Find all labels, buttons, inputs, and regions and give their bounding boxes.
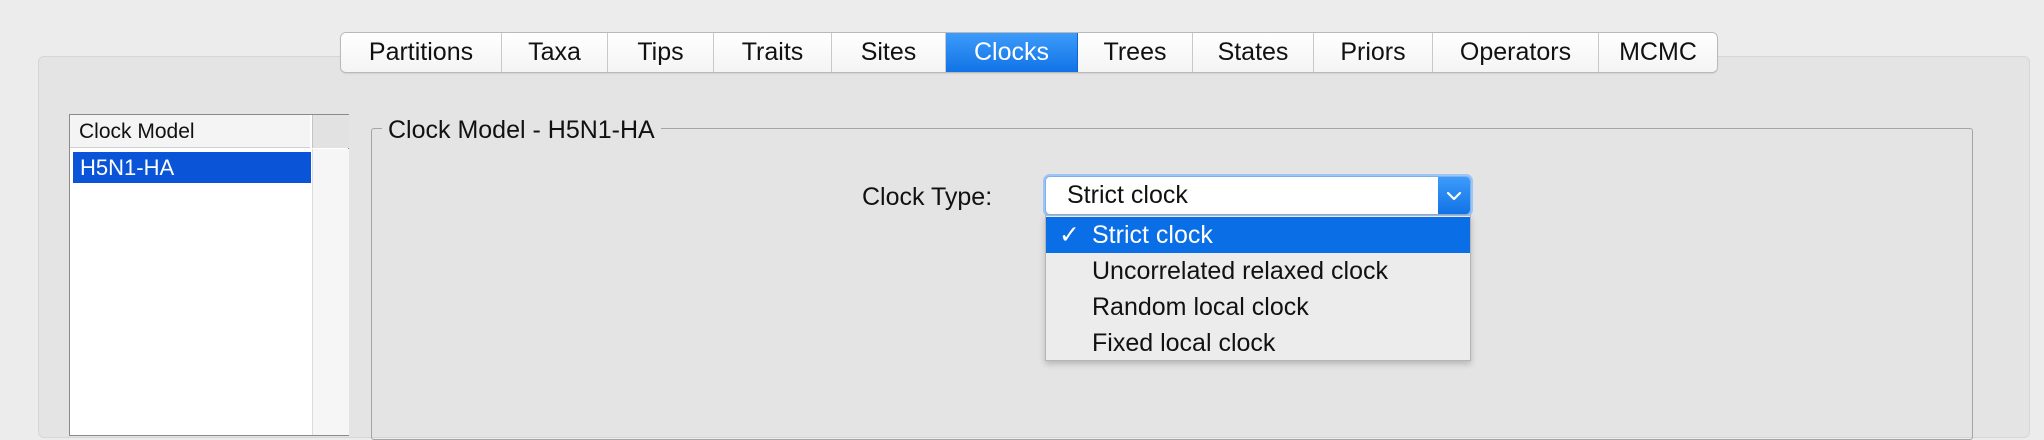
tab-priors[interactable]: Priors xyxy=(1314,33,1433,72)
tab-clocks[interactable]: Clocks xyxy=(946,33,1078,72)
tab-states[interactable]: States xyxy=(1193,33,1314,72)
tab-sites[interactable]: Sites xyxy=(832,33,946,72)
tab-tips[interactable]: Tips xyxy=(608,33,714,72)
tab-partitions[interactable]: Partitions xyxy=(341,33,502,72)
option-strict-clock[interactable]: ✓ Strict clock xyxy=(1046,217,1470,253)
option-label: Fixed local clock xyxy=(1092,329,1276,357)
option-uncorrelated-relaxed-clock[interactable]: Uncorrelated relaxed clock xyxy=(1046,253,1470,289)
tab-taxa[interactable]: Taxa xyxy=(502,33,608,72)
group-title: Clock Model - H5N1-HA xyxy=(382,116,661,144)
list-scrollbar[interactable] xyxy=(312,149,349,435)
chevron-down-icon[interactable] xyxy=(1438,177,1470,214)
option-label: Uncorrelated relaxed clock xyxy=(1092,257,1388,285)
tab-trees[interactable]: Trees xyxy=(1078,33,1193,72)
clock-type-selected-value: Strict clock xyxy=(1067,181,1188,209)
list-column-header[interactable]: Clock Model xyxy=(70,115,310,148)
tab-mcmc[interactable]: MCMC xyxy=(1599,33,1717,72)
option-random-local-clock[interactable]: Random local clock xyxy=(1046,289,1470,325)
clock-type-dropdown: ✓ Strict clock Uncorrelated relaxed cloc… xyxy=(1045,215,1471,361)
checkmark-icon: ✓ xyxy=(1059,221,1080,249)
list-item[interactable]: H5N1-HA xyxy=(73,152,311,183)
clock-type-select[interactable]: Strict clock xyxy=(1045,176,1471,215)
tab-operators[interactable]: Operators xyxy=(1433,33,1599,72)
option-label: Strict clock xyxy=(1092,221,1213,249)
clock-type-label: Clock Type: xyxy=(862,183,993,211)
tab-traits[interactable]: Traits xyxy=(714,33,832,72)
option-label: Random local clock xyxy=(1092,293,1309,321)
clock-model-list[interactable]: Clock Model H5N1-HA xyxy=(69,114,349,436)
tab-bar: Partitions Taxa Tips Traits Sites Clocks… xyxy=(340,32,1718,73)
list-header-corner xyxy=(312,115,349,148)
option-fixed-local-clock[interactable]: Fixed local clock xyxy=(1046,325,1470,361)
